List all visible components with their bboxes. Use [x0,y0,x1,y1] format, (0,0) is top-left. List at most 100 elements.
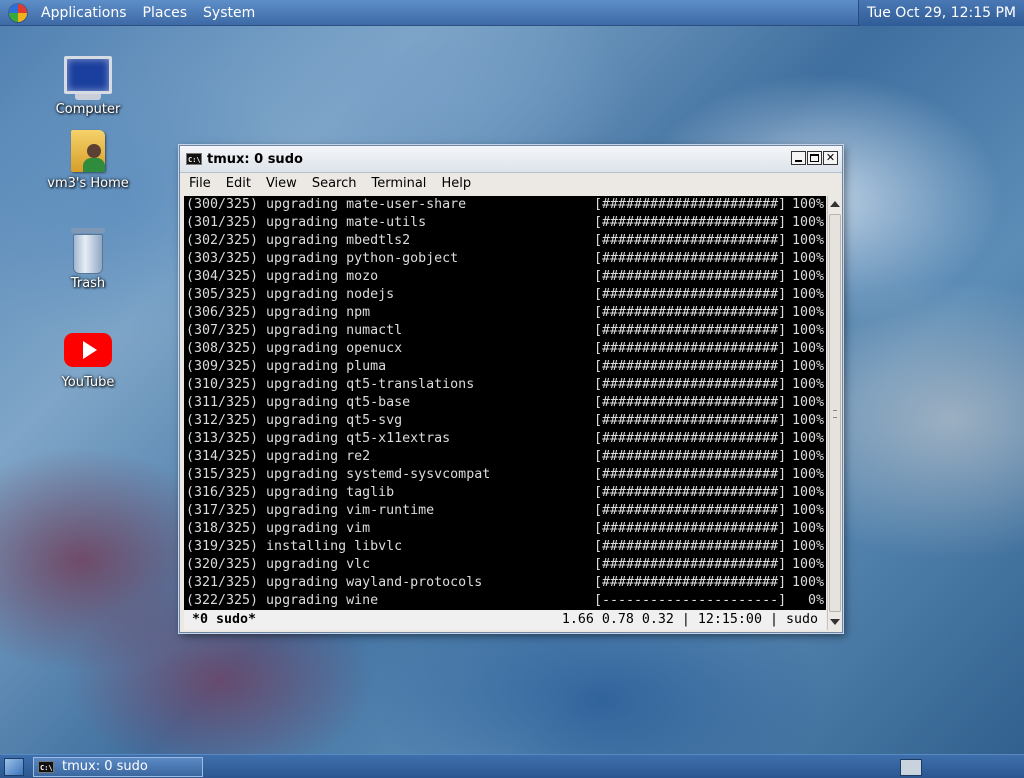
taskbar-button-label: tmux: 0 sudo [62,759,148,774]
terminal-line: (317/325) upgrading vim-runtime [########… [184,502,826,520]
system-menu[interactable]: System [195,0,263,26]
progress-percent: 100% [791,503,824,518]
progress-bar-text: [######################] [594,557,787,572]
progress-bar-text: [######################] [594,395,787,410]
progress-percent: 100% [791,269,824,284]
terminal-line: (302/325) upgrading mbedtls2 [###########… [184,232,826,250]
desktop-icon-label: vm3's Home [47,176,129,191]
terminal-output[interactable]: (300/325) upgrading mate-user-share [####… [184,196,826,630]
scroll-down-arrow-icon[interactable] [830,619,840,625]
applications-menu[interactable]: Applications [33,0,135,26]
top-panel: Applications Places System Tue Oct 29, 1… [0,0,1024,26]
workspace-switcher[interactable] [900,759,922,776]
terminal-line: (306/325) upgrading npm [################… [184,304,826,322]
terminal-line: (321/325) upgrading wayland-protocols [##… [184,574,826,592]
desktop-icon-trash[interactable]: Trash [40,228,136,291]
progress-bar-text: [----------------------] [594,593,787,608]
terminal-line: (305/325) upgrading nodejs [#############… [184,286,826,304]
computer-icon [64,56,112,100]
progress-bar-text: [######################] [594,467,787,482]
progress-percent: 100% [791,359,824,374]
terminal-line: (316/325) upgrading taglib [#############… [184,484,826,502]
scroll-grip-icon [833,410,837,418]
progress-bar-text: [######################] [594,197,787,212]
package-status-text: (305/325) upgrading nodejs [186,287,395,302]
home-folder-icon [71,130,105,174]
places-menu[interactable]: Places [135,0,196,26]
terminal-line: (313/325) upgrading qt5-x11extras [######… [184,430,826,448]
progress-percent: 100% [791,305,824,320]
progress-percent: 100% [791,323,824,338]
progress-bar-text: [######################] [594,431,787,446]
progress-bar-text: [######################] [594,287,787,302]
progress-percent: 100% [791,431,824,446]
progress-bar-text: [######################] [594,305,787,320]
tmux-status-right: 1.66 0.78 0.32 | 12:15:00 | sudo [561,612,818,627]
tmux-status-bar: *0 sudo* 1.66 0.78 0.32 | 12:15:00 | sud… [184,610,826,630]
bottom-panel: C:\ tmux: 0 sudo [0,754,1024,778]
menu-help[interactable]: Help [432,173,477,195]
scroll-up-arrow-icon[interactable] [830,201,840,207]
progress-percent: 100% [791,197,824,212]
desktop-icon-youtube[interactable]: YouTube [40,333,136,390]
terminal-line: (309/325) upgrading pluma [##############… [184,358,826,376]
package-status-text: (314/325) upgrading re2 [186,449,371,464]
tmux-window-list: *0 sudo* [192,612,257,627]
distro-logo-icon[interactable] [9,3,27,22]
progress-percent: 100% [791,395,824,410]
package-status-text: (317/325) upgrading vim-runtime [186,503,435,518]
terminal-scrollbar[interactable] [827,196,842,630]
window-controls: ✕ [791,151,838,165]
progress-percent: 100% [791,413,824,428]
menu-search[interactable]: Search [303,173,363,195]
package-status-text: (316/325) upgrading taglib [186,485,395,500]
terminal-line: (301/325) upgrading mate-utils [#########… [184,214,826,232]
progress-percent: 100% [791,575,824,590]
progress-bar-text: [######################] [594,485,787,500]
progress-percent: 100% [791,341,824,356]
progress-bar-text: [######################] [594,341,787,356]
progress-percent: 0% [807,593,824,608]
terminal-line: (318/325) upgrading vim [################… [184,520,826,538]
package-status-text: (318/325) upgrading vim [186,521,371,536]
show-desktop-icon[interactable] [4,758,24,776]
progress-bar-text: [######################] [594,503,787,518]
progress-percent: 100% [791,467,824,482]
package-status-text: (303/325) upgrading python-gobject [186,251,459,266]
desktop-icon-home[interactable]: vm3's Home [40,130,136,191]
package-status-text: (321/325) upgrading wayland-protocols [186,575,483,590]
desktop-icon-label: Computer [55,102,121,117]
desktop-icon-computer[interactable]: Computer [40,52,136,117]
menu-view[interactable]: View [257,173,303,195]
progress-bar-text: [######################] [594,413,787,428]
menu-terminal[interactable]: Terminal [362,173,432,195]
desktop-icon-label: Trash [70,276,106,291]
menu-file[interactable]: File [180,173,217,195]
progress-bar-text: [######################] [594,215,787,230]
maximize-button[interactable] [807,151,822,165]
package-status-text: (320/325) upgrading vlc [186,557,371,572]
terminal-window: C:\ tmux: 0 sudo ✕ File Edit View Search… [179,145,843,633]
progress-bar-text: [######################] [594,251,787,266]
progress-percent: 100% [791,215,824,230]
desktop: Applications Places System Tue Oct 29, 1… [0,0,1024,778]
terminal-line: (303/325) upgrading python-gobject [#####… [184,250,826,268]
terminal-line: (308/325) upgrading openucx [############… [184,340,826,358]
package-status-text: (309/325) upgrading pluma [186,359,387,374]
youtube-icon [64,333,112,367]
progress-bar-text: [######################] [594,521,787,536]
package-status-text: (301/325) upgrading mate-utils [186,215,427,230]
window-titlebar[interactable]: C:\ tmux: 0 sudo ✕ [180,146,842,173]
progress-percent: 100% [791,485,824,500]
terminal-line: (307/325) upgrading numactl [############… [184,322,826,340]
menu-edit[interactable]: Edit [217,173,257,195]
progress-bar-text: [######################] [594,233,787,248]
close-button[interactable]: ✕ [823,151,838,165]
minimize-button[interactable] [791,151,806,165]
terminal-line: (315/325) upgrading systemd-sysvcompat [#… [184,466,826,484]
scroll-thumb[interactable] [829,214,841,612]
terminal-line: (310/325) upgrading qt5-translations [###… [184,376,826,394]
terminal-line: (304/325) upgrading mozo [###############… [184,268,826,286]
clock[interactable]: Tue Oct 29, 12:15 PM [857,0,1024,26]
taskbar-button-terminal[interactable]: C:\ tmux: 0 sudo [33,757,203,777]
